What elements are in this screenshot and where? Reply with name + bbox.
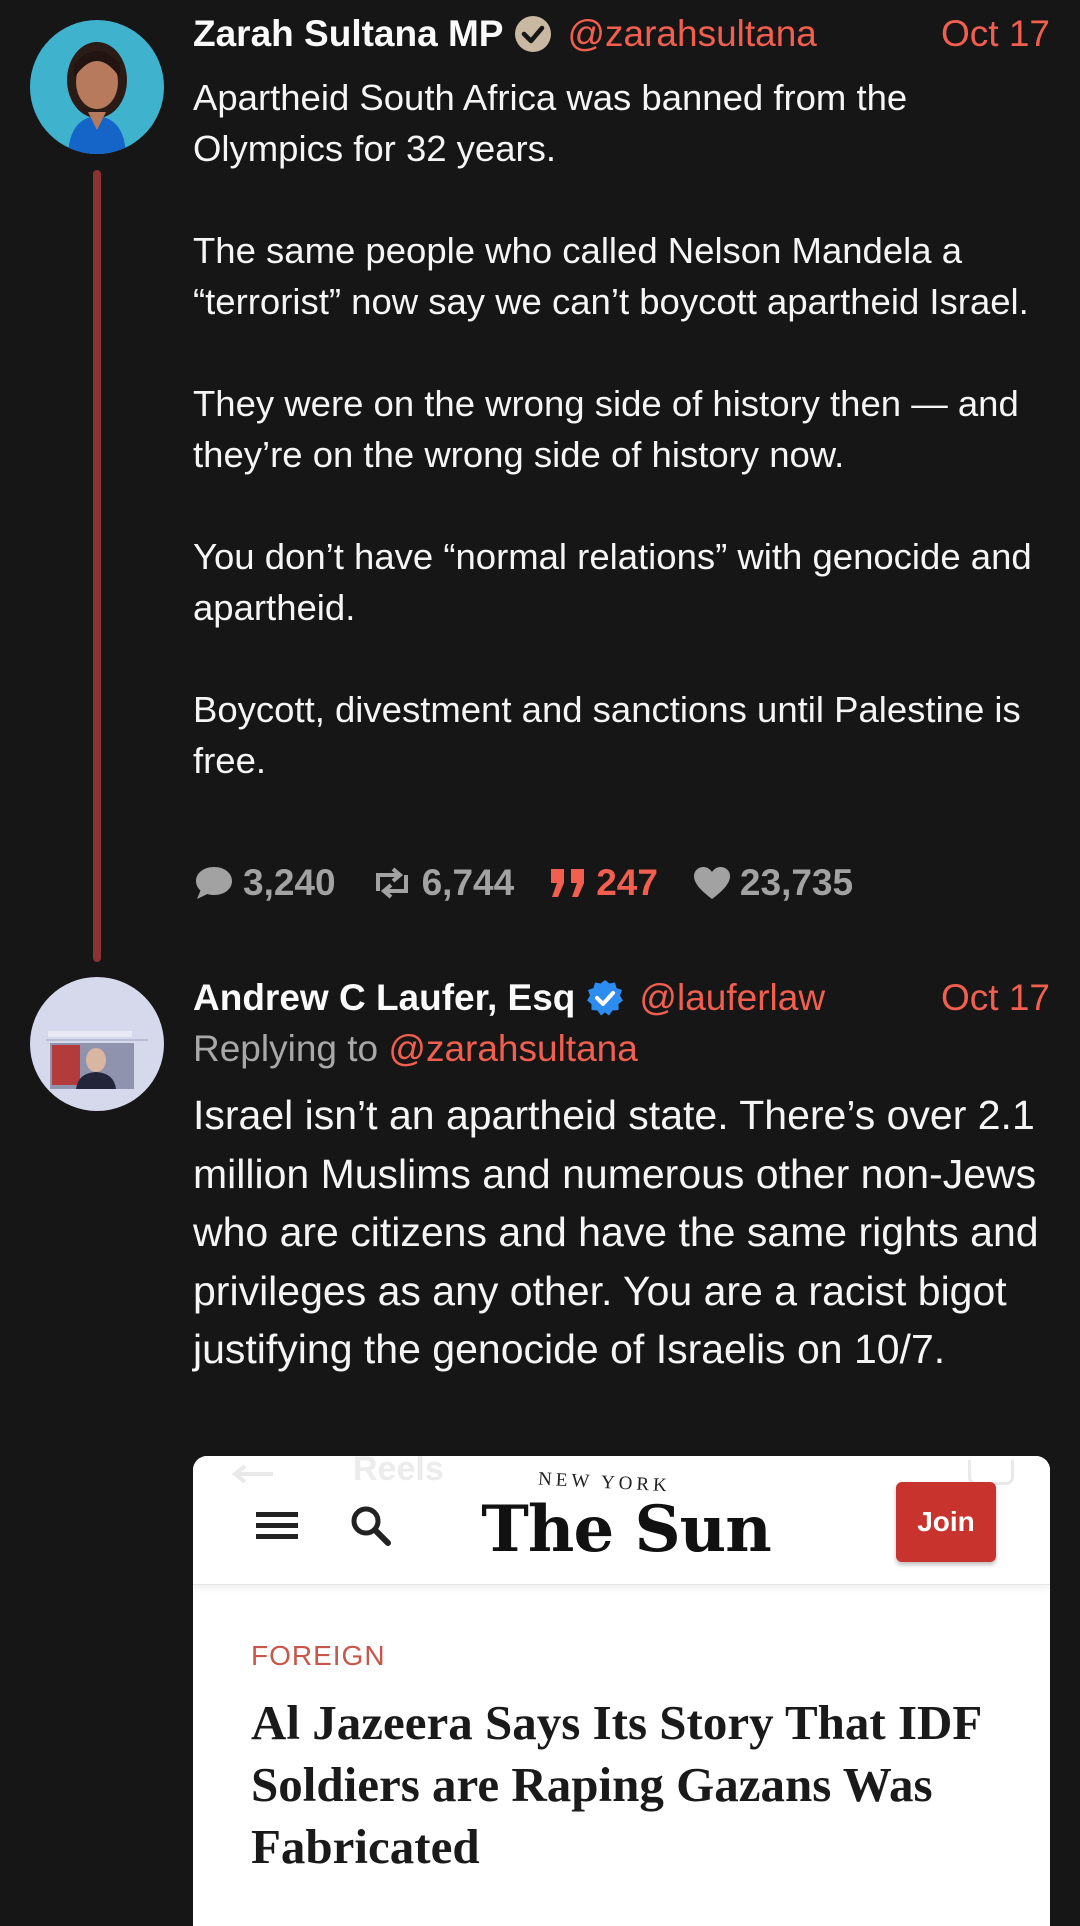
post-date[interactable]: Oct 17 [941, 977, 1050, 1019]
avatar-andrew-laufer[interactable] [30, 977, 164, 1111]
quote-marks-icon [551, 869, 585, 897]
post-header: Andrew C Laufer, Esq @lauferlaw Oct 17 [193, 974, 1050, 1022]
post-zarah-sultana[interactable]: Zarah Sultana MP @zarahsultana Oct 17 Ap… [0, 0, 1080, 962]
menu-icon [256, 1512, 298, 1539]
paragraph: Apartheid South Africa was banned from t… [193, 77, 908, 169]
search-icon [351, 1506, 391, 1546]
replying-to-label: Replying to [193, 1028, 379, 1069]
paragraph: They were on the wrong side of history t… [193, 383, 1019, 475]
like-count: 23,735 [739, 862, 854, 903]
repost-button[interactable]: 6,744 [370, 862, 515, 904]
paragraph: Boycott, divestment and sanctions until … [193, 689, 1021, 781]
back-arrow-icon [231, 1464, 273, 1484]
speech-bubble-icon [196, 867, 232, 899]
handle[interactable]: @lauferlaw [639, 977, 825, 1019]
thread-line [93, 170, 101, 962]
repost-arrows-icon [375, 867, 408, 899]
post-body: Apartheid South Africa was banned from t… [193, 72, 1050, 786]
replying-to: Replying to @zarahsultana [193, 1028, 638, 1070]
post-header: Zarah Sultana MP @zarahsultana Oct 17 [193, 10, 1050, 58]
display-name[interactable]: Andrew C Laufer, Esq [193, 977, 575, 1019]
quote-button[interactable]: 247 [548, 862, 658, 904]
blue-check-badge-icon [585, 978, 625, 1018]
paragraph: The same people who called Nelson Mandel… [193, 230, 1029, 322]
join-button: Join [896, 1482, 996, 1562]
handle[interactable]: @zarahsultana [567, 13, 816, 55]
post-date[interactable]: Oct 17 [941, 13, 1050, 55]
reels-label: Reels [353, 1456, 444, 1488]
gray-check-badge-icon [513, 14, 553, 54]
quote-count: 247 [596, 862, 658, 903]
article-headline: Al Jazeera Says Its Story That IDF Soldi… [251, 1695, 981, 1874]
paragraph: You don’t have “normal relations” with g… [193, 536, 1032, 628]
heart-icon [693, 867, 730, 899]
article-kicker: FOREIGN [251, 1640, 386, 1671]
like-button[interactable]: 23,735 [692, 862, 853, 904]
replying-to-handle[interactable]: @zarahsultana [388, 1028, 637, 1069]
embed-masthead-bar: Reels NEW YORK The Sun Join [193, 1456, 1050, 1585]
display-name[interactable]: Zarah Sultana MP [193, 13, 503, 55]
masthead-the-sun: The Sun [481, 1492, 771, 1567]
reply-count: 3,240 [243, 862, 336, 903]
post-stats: 3,240 6,744 247 23,735 [193, 862, 887, 904]
reply-body: Israel isn’t an apartheid state. There’s… [193, 1092, 1039, 1372]
embedded-image[interactable]: Reels NEW YORK The Sun Join FOREIGN Al J… [193, 1456, 1050, 1926]
reply-button[interactable]: 3,240 [193, 862, 336, 904]
avatar-zarah-sultana[interactable] [30, 20, 164, 154]
repost-count: 6,744 [421, 862, 515, 903]
